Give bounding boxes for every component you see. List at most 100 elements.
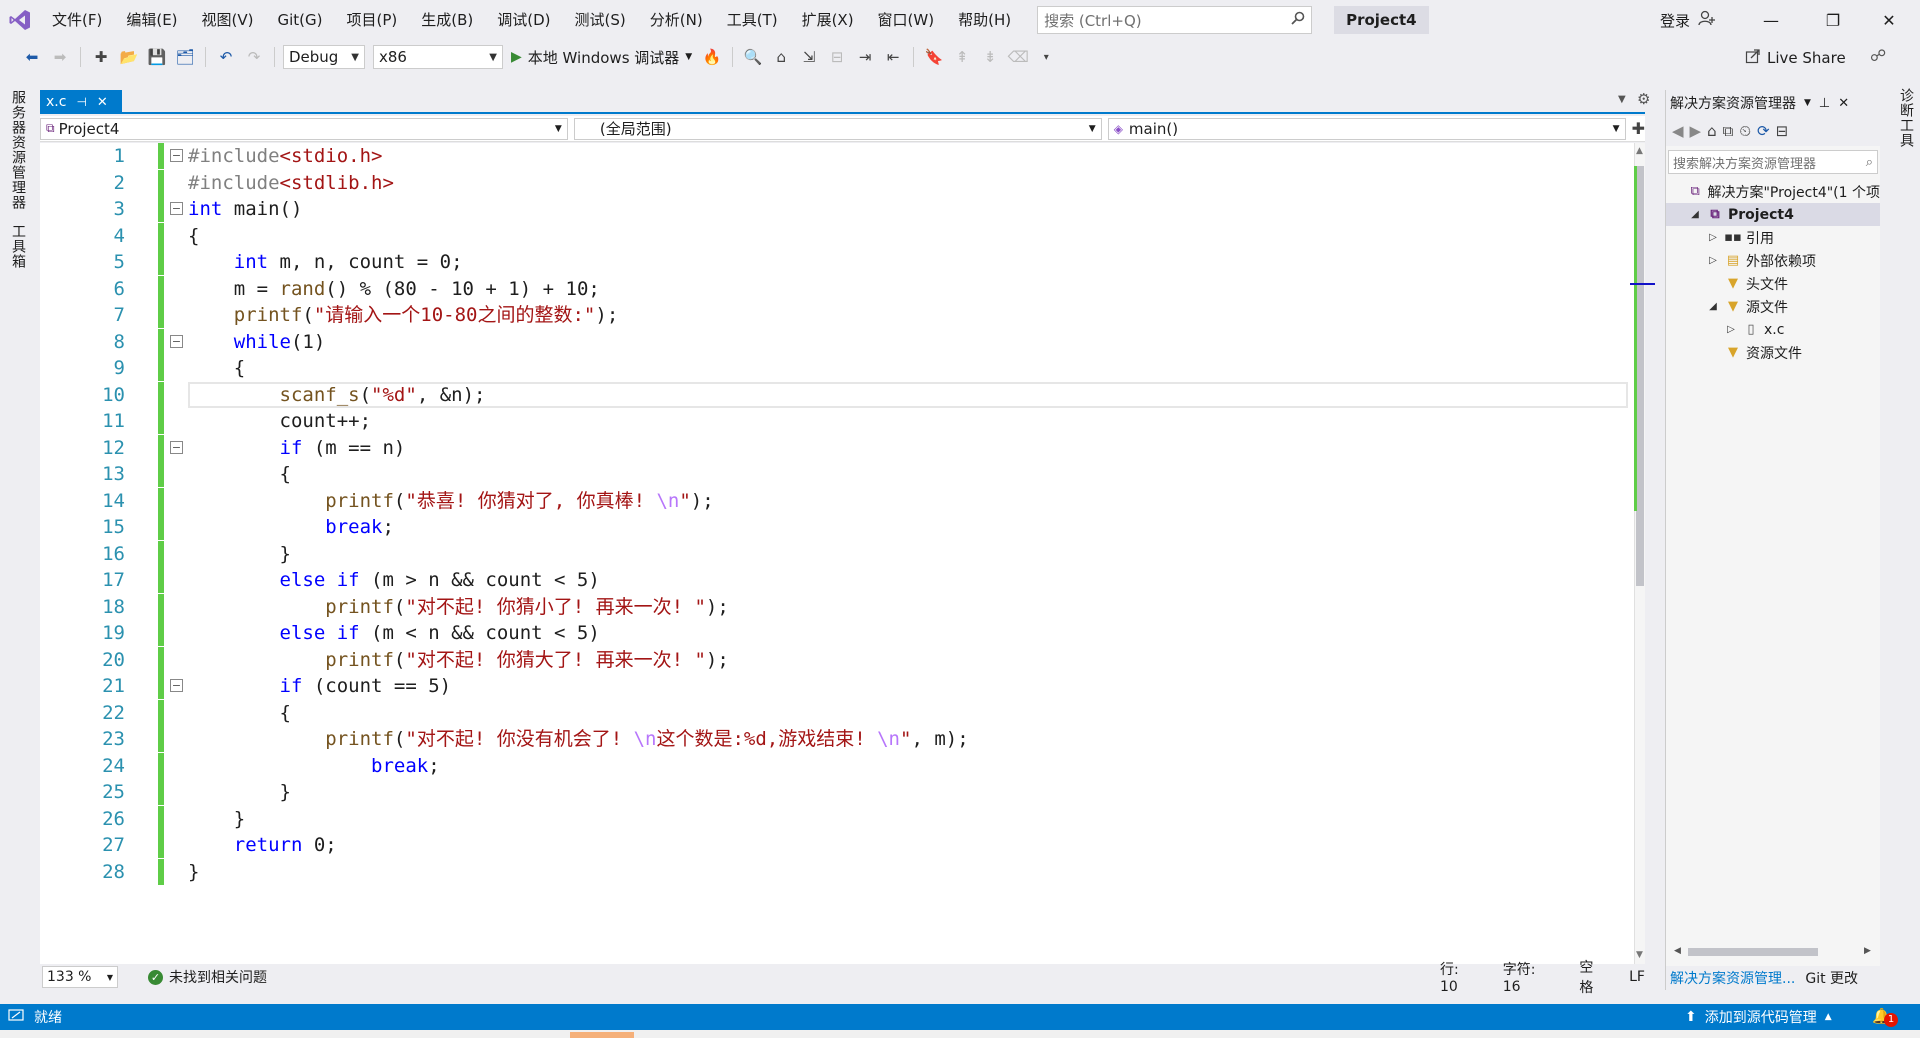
pin-icon[interactable]: ⊣ — [76, 95, 86, 109]
undo-icon[interactable]: ↶ — [214, 45, 238, 69]
chevron-down-icon[interactable]: ▼ — [1804, 98, 1811, 108]
back-icon[interactable]: ◀ — [1672, 122, 1684, 140]
expand-arrow-icon[interactable]: ◢ — [1706, 301, 1720, 312]
clear-bookmarks-icon[interactable]: ⌫ — [1006, 45, 1030, 69]
tree-item[interactable]: ▷ ▯ x.c — [1666, 318, 1880, 341]
code-line[interactable]: 15 break; — [40, 514, 1634, 540]
code-line[interactable]: 8 − while(1) — [40, 328, 1634, 355]
indent-icon[interactable]: ⇥ — [853, 45, 877, 69]
comment-out-icon[interactable]: ⊟ — [825, 45, 849, 69]
redo-icon[interactable]: ↷ — [242, 45, 266, 69]
code-line[interactable]: 16 } — [40, 540, 1634, 567]
tab-git-changes[interactable]: Git 更改 — [1799, 968, 1864, 988]
code-line[interactable]: 27 return 0; — [40, 832, 1634, 858]
bookmark-icon[interactable]: 🔖 — [922, 45, 946, 69]
tree-item[interactable]: ◢ ⧉ Project4 — [1666, 203, 1880, 226]
diagnostics-tab[interactable]: 诊断工具 — [1896, 88, 1916, 148]
add-to-source-control-button[interactable]: ⬆ 添加到源代码管理 ▲ — [1685, 1004, 1832, 1030]
code-line[interactable]: 4{ — [40, 222, 1634, 249]
menu-item[interactable]: 扩展(X) — [790, 0, 866, 40]
code-line[interactable]: 17 else if (m > n && count < 5) — [40, 567, 1634, 593]
code-line[interactable]: 25 } — [40, 779, 1634, 805]
code-line[interactable]: 23 printf("对不起! 你没有机会了! \n这个数是:%d,游戏结束! … — [40, 726, 1634, 752]
outdent-icon[interactable]: ⇤ — [881, 45, 905, 69]
tree-item[interactable]: ▼ 头文件 — [1666, 272, 1880, 295]
pin-icon[interactable]: ⊥ — [1819, 96, 1830, 111]
expand-arrow-icon[interactable]: ▷ — [1724, 324, 1738, 335]
save-icon[interactable]: 💾 — [145, 45, 169, 69]
member-dropdown[interactable]: ◈ main() ▼ — [1107, 117, 1626, 140]
sign-in-button[interactable]: 登录 — [1660, 0, 1716, 40]
horizontal-scroll-thumb[interactable] — [1688, 948, 1818, 956]
menu-item[interactable]: 视图(V) — [190, 0, 266, 40]
forward-icon[interactable]: ▶ — [1690, 122, 1702, 140]
project-dropdown[interactable]: ⧉ Project4 ▼ — [40, 117, 568, 140]
code-line[interactable]: 6 m = rand() % (80 - 10 + 1) + 10; — [40, 275, 1634, 302]
whitespace-indicator[interactable]: 空格 — [1579, 957, 1607, 997]
code-line[interactable]: 14 printf("恭喜! 你猜对了, 你真棒! \n"); — [40, 487, 1634, 514]
menu-item[interactable]: 生成(B) — [409, 0, 485, 40]
menu-item[interactable]: 窗口(W) — [866, 0, 947, 40]
code-line[interactable]: 21 − if (count == 5) — [40, 673, 1634, 699]
column-indicator[interactable]: 字符: 16 — [1503, 959, 1558, 995]
line-ending-indicator[interactable]: LF — [1629, 969, 1645, 985]
tab-list-dropdown-icon[interactable]: ▼ — [1618, 94, 1626, 105]
fold-toggle-icon[interactable]: − — [170, 334, 183, 348]
browser-link-icon[interactable]: ⌂ — [769, 45, 793, 69]
home-icon[interactable]: ⌂ — [1707, 122, 1717, 140]
split-window-icon[interactable]: ✚ — [1632, 119, 1645, 138]
code-line[interactable]: 26 } — [40, 805, 1634, 832]
previous-bookmark-icon[interactable]: ⇞ — [950, 45, 974, 69]
code-line[interactable]: 19 else if (m < n && count < 5) — [40, 620, 1634, 646]
find-in-files-icon[interactable]: 🔍 — [741, 45, 765, 69]
sync-icon[interactable]: ⟳ — [1757, 122, 1770, 140]
toolbar-overflow-icon[interactable]: ▾ — [1034, 45, 1058, 69]
tree-item[interactable]: ⧉ 解决方案"Project4"(1 个项 — [1666, 180, 1880, 203]
menu-item[interactable]: 测试(S) — [563, 0, 638, 40]
menu-item[interactable]: 帮助(H) — [946, 0, 1023, 40]
scroll-down-icon[interactable]: ▼ — [1636, 950, 1643, 960]
navigate-back-icon[interactable]: ⬅ — [20, 45, 44, 69]
notifications-button[interactable]: 🔔 1 — [1872, 1007, 1898, 1027]
feedback-icon[interactable]: ☍ — [1870, 46, 1886, 65]
zoom-select[interactable]: 133 % ▼ — [42, 966, 118, 988]
fold-toggle-icon[interactable]: − — [170, 149, 183, 162]
menu-item[interactable]: 工具(T) — [715, 0, 790, 40]
menu-item[interactable]: 分析(N) — [638, 0, 715, 40]
code-line[interactable]: 2 #include<stdlib.h> — [40, 169, 1634, 196]
menu-item[interactable]: 调试(D) — [485, 0, 562, 40]
code-line[interactable]: 20 printf("对不起! 你猜大了! 再来一次! "); — [40, 646, 1634, 673]
tree-item[interactable]: ▼ 资源文件 — [1666, 341, 1880, 364]
restore-button[interactable]: ❐ — [1810, 0, 1856, 40]
menu-item[interactable]: 编辑(E) — [114, 0, 189, 40]
solution-horizontal-scrollbar[interactable]: ◀ ▶ — [1674, 946, 1874, 958]
code-line[interactable]: 1 − #include<stdio.h> — [40, 143, 1634, 169]
fold-toggle-icon[interactable]: − — [170, 202, 183, 215]
issues-indicator[interactable]: ✓ 未找到相关问题 — [148, 967, 267, 987]
solution-configuration-select[interactable]: Debug ▼ — [283, 45, 365, 69]
code-line[interactable]: 13 { — [40, 461, 1634, 487]
code-line[interactable]: 3 − int main() — [40, 196, 1634, 222]
code-line[interactable]: 24 break; — [40, 752, 1634, 779]
code-line[interactable]: 10 scanf_s("%d", &n); — [40, 381, 1634, 408]
next-bookmark-icon[interactable]: ⇟ — [978, 45, 1002, 69]
open-file-icon[interactable]: 📂 — [117, 45, 141, 69]
hot-reload-icon[interactable]: 🔥 — [700, 45, 724, 69]
code-line[interactable]: 5 int m, n, count = 0; — [40, 249, 1634, 275]
fold-toggle-icon[interactable]: − — [170, 679, 183, 692]
tab-x-c[interactable]: x.c ⊣ ✕ — [40, 90, 122, 114]
code-line[interactable]: 7 printf("请输入一个10-80之间的整数:"); — [40, 302, 1634, 328]
code-line[interactable]: 18 printf("对不起! 你猜小了! 再来一次! "); — [40, 593, 1634, 620]
save-all-icon[interactable]: 🗂 — [173, 45, 197, 69]
navigate-forward-icon[interactable]: ➡ — [48, 45, 72, 69]
scope-dropdown[interactable]: (全局范围) ▼ — [573, 117, 1102, 140]
editor-scroll-thumb[interactable] — [1636, 166, 1644, 586]
tree-item[interactable]: ▷ ▪▪ 引用 — [1666, 226, 1880, 249]
menu-item[interactable]: 项目(P) — [335, 0, 410, 40]
menu-item[interactable]: Git(G) — [266, 0, 335, 40]
menu-item[interactable]: 文件(F) — [40, 0, 114, 40]
toolbox-tab[interactable]: 工具箱 — [8, 224, 28, 269]
code-line[interactable]: 22 { — [40, 699, 1634, 726]
visual-studio-logo-icon[interactable] — [0, 0, 40, 40]
scroll-up-icon[interactable]: ▲ — [1636, 146, 1643, 156]
